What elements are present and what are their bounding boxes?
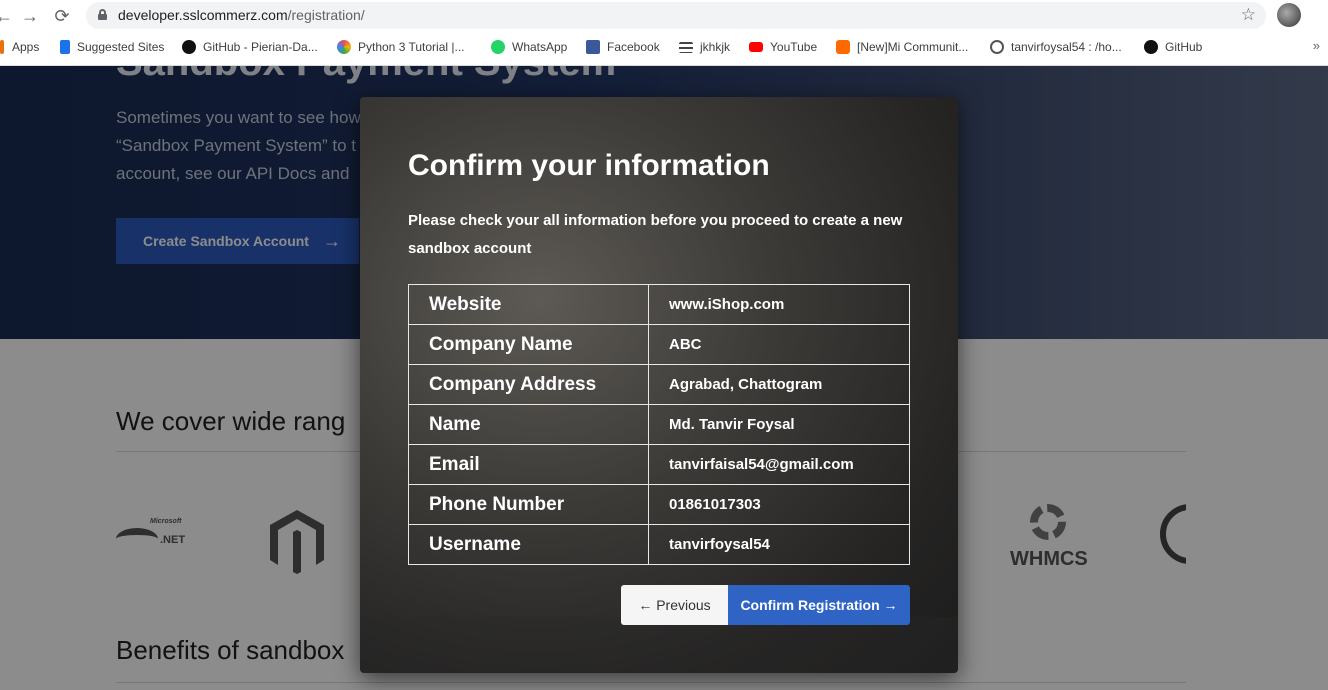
bing-icon — [60, 40, 70, 54]
page-content: Sandbox Payment System Sometimes you wan… — [0, 66, 1328, 690]
table-row: Website www.iShop.com — [408, 284, 910, 325]
field-label: Company Name — [408, 324, 649, 365]
bookmark-github[interactable]: GitHub — [1144, 38, 1202, 56]
field-label: Phone Number — [408, 484, 649, 525]
bookmark-apps[interactable]: Apps — [0, 38, 39, 56]
table-row: Company Address Agrabad, Chattogram — [408, 364, 910, 405]
table-row: Username tanvirfoysal54 — [408, 524, 910, 565]
field-label: Username — [408, 524, 649, 565]
forward-button[interactable]: → — [18, 4, 42, 28]
field-value: tanvirfoysal54 — [648, 524, 910, 565]
table-row: Phone Number 01861017303 — [408, 484, 910, 525]
bookmark-python-tutorial[interactable]: Python 3 Tutorial |... — [337, 38, 465, 56]
field-label: Company Address — [408, 364, 649, 405]
field-value: Agrabad, Chattogram — [648, 364, 910, 405]
browser-chrome: ← → ⟳ developer.sslcommerz.com/registrat… — [0, 0, 1328, 66]
bookmark-tanvirfoysal54[interactable]: tanvirfoysal54 : /ho... — [990, 38, 1122, 56]
field-label: Name — [408, 404, 649, 445]
bookmark-star-icon[interactable]: ☆ — [1241, 5, 1256, 25]
python-tutorial-icon — [337, 40, 351, 54]
mi-community-icon — [836, 40, 850, 54]
information-table: Website www.iShop.com Company Name ABC Com… — [408, 284, 910, 565]
field-value: www.iShop.com — [648, 284, 910, 325]
bookmarks-bar: Apps Suggested Sites GitHub - Pierian-Da… — [0, 34, 1328, 60]
bookmark-suggested-sites[interactable]: Suggested Sites — [60, 38, 164, 56]
github-icon — [1144, 40, 1158, 54]
apps-grid-icon — [0, 40, 4, 54]
table-row: Name Md. Tanvir Foysal — [408, 404, 910, 445]
bookmark-youtube[interactable]: YouTube — [749, 38, 817, 56]
whatsapp-icon — [491, 40, 505, 54]
back-button[interactable]: ← — [0, 4, 16, 28]
reload-button[interactable]: ⟳ — [50, 4, 74, 28]
bookmark-mi-community[interactable]: [New]Mi Communit... — [836, 38, 968, 56]
bookmark-whatsapp[interactable]: WhatsApp — [491, 38, 567, 56]
bookmark-github-pierian[interactable]: GitHub - Pierian-Da... — [182, 38, 318, 56]
address-bar[interactable]: developer.sslcommerz.com/registration/ ☆ — [86, 2, 1266, 29]
field-label: Email — [408, 444, 649, 485]
bookmarks-overflow-icon[interactable]: » — [1313, 38, 1320, 53]
modal-title: Confirm your information — [408, 149, 770, 182]
bookmark-jkhkjk[interactable]: jkhkjk — [679, 38, 730, 56]
modal-subtitle: Please check your all information before… — [408, 212, 903, 257]
github-icon — [182, 40, 196, 54]
previous-button[interactable]: ← Previous — [621, 585, 728, 625]
bookmark-facebook[interactable]: Facebook — [586, 38, 660, 56]
profile-avatar[interactable] — [1277, 3, 1301, 27]
confirm-information-modal: Confirm your information Please check yo… — [360, 97, 958, 673]
table-row: Email tanvirfaisal54@gmail.com — [408, 444, 910, 485]
modal-actions: ← Previous Confirm Registration → — [621, 585, 910, 625]
field-label: Website — [408, 284, 649, 325]
field-value: 01861017303 — [648, 484, 910, 525]
url-text[interactable]: developer.sslcommerz.com/registration/ — [118, 7, 365, 23]
confirm-registration-button[interactable]: Confirm Registration → — [728, 585, 910, 625]
browser-toolbar: ← → ⟳ developer.sslcommerz.com/registrat… — [0, 0, 1328, 32]
field-value: tanvirfaisal54@gmail.com — [648, 444, 910, 485]
facebook-icon — [586, 40, 600, 54]
pythonanywhere-icon — [990, 40, 1004, 54]
youtube-icon — [749, 42, 763, 52]
document-lines-icon — [679, 41, 693, 53]
field-value: ABC — [648, 324, 910, 365]
lock-icon — [98, 9, 107, 20]
field-value: Md. Tanvir Foysal — [648, 404, 910, 445]
table-row: Company Name ABC — [408, 324, 910, 365]
